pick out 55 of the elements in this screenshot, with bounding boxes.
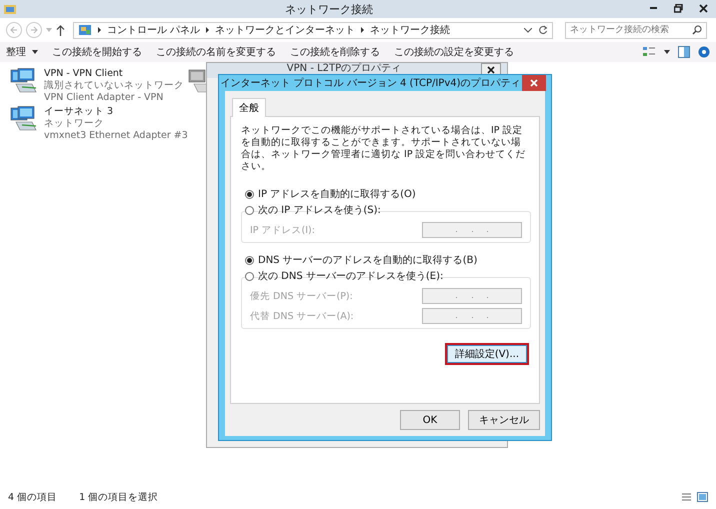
address-bar[interactable]: コントロール パネル ネットワークとインターネット ネットワーク接続 [73, 22, 553, 38]
field-label: 優先 DNS サーバー(P): [250, 290, 353, 302]
connection-status: 識別されていないネットワーク [44, 80, 184, 92]
search-icon [692, 25, 702, 35]
cancel-button[interactable]: キャンセル [468, 410, 540, 430]
preview-pane-icon[interactable] [678, 46, 690, 58]
description-text: ネットワークでこの機能がサポートされている場合は、IP 設定を自動的に取得することができます。サポートされていない場合は、ネットワーク管理者に適切な IP 設定を問い合わせてください。 [241, 125, 527, 173]
status-text: 1 個の項目を選択 [79, 490, 158, 504]
field-label: IP アドレス(I): [250, 224, 315, 236]
view-options-icon[interactable] [642, 46, 656, 58]
organize-menu[interactable]: 整理 [6, 45, 38, 59]
breadcrumb-item[interactable]: ネットワーク接続 [370, 23, 450, 37]
radio-option[interactable]: 次の DNS サーバーのアドレスを使う(E): [245, 269, 444, 283]
field-label: 代替 DNS サーバー(A): [250, 310, 354, 322]
window-title: ネットワーク接続 [284, 2, 374, 16]
back-arrow-icon [10, 26, 18, 34]
radio-option[interactable]: 次の IP アドレスを使う(S): [245, 203, 381, 217]
network-connection-icon[interactable] [10, 68, 38, 93]
details-view-icon[interactable] [681, 492, 692, 502]
dialog-title: インターネット プロトコル バージョン 4 (TCP/IPv4)のプロパティ [219, 76, 522, 90]
close-icon [699, 4, 708, 12]
advanced-button[interactable]: 詳細設定(V)... [444, 343, 529, 365]
connection-name[interactable]: VPN - VPN Client [44, 68, 184, 80]
dropdown-caret-icon[interactable] [524, 28, 532, 32]
radio-option[interactable]: DNS サーバーのアドレスを自動的に取得する(B) [245, 253, 478, 267]
command-button[interactable]: この接続を開始する [52, 45, 142, 59]
ok-button[interactable]: OK [400, 410, 460, 430]
close-icon [487, 66, 495, 74]
close-icon [530, 79, 538, 87]
refresh-icon[interactable] [538, 25, 548, 35]
large-icons-view-icon[interactable] [697, 492, 708, 502]
command-button[interactable]: この接続の設定を変更する [394, 45, 514, 59]
control-panel-icon [78, 24, 92, 36]
dropdown-caret-icon [46, 28, 52, 32]
adapter-name: VPN Client Adapter - VPN [44, 92, 164, 104]
network-connection-icon[interactable] [10, 106, 38, 131]
ip-address-field[interactable] [422, 308, 522, 324]
connection-name[interactable]: イーサネット 3 [44, 106, 188, 118]
connection-status: ネットワーク [44, 118, 105, 130]
command-button[interactable]: この接続を削除する [290, 45, 380, 59]
tab[interactable]: 全般 [232, 98, 266, 117]
dialog-title: VPN - L2TPのプロパティ [286, 63, 402, 74]
radio-option[interactable]: IP アドレスを自動的に取得する(O) [245, 187, 416, 201]
forward-arrow-icon [30, 26, 38, 34]
breadcrumb-item[interactable]: コントロール パネル [107, 23, 200, 37]
status-text: 4 個の項目 [8, 490, 58, 504]
minimize-icon [650, 7, 657, 9]
restore-icon [674, 4, 683, 12]
command-button[interactable]: この接続の名前を変更する [156, 45, 276, 59]
dropdown-caret-icon[interactable] [664, 50, 670, 54]
breadcrumb-item[interactable]: ネットワークとインターネット [215, 23, 356, 37]
ip-address-field[interactable] [422, 288, 522, 304]
up-arrow-icon[interactable] [56, 24, 65, 36]
ip-address-field[interactable] [422, 222, 522, 238]
adapter-name: vmxnet3 Ethernet Adapter #3 [44, 130, 188, 142]
